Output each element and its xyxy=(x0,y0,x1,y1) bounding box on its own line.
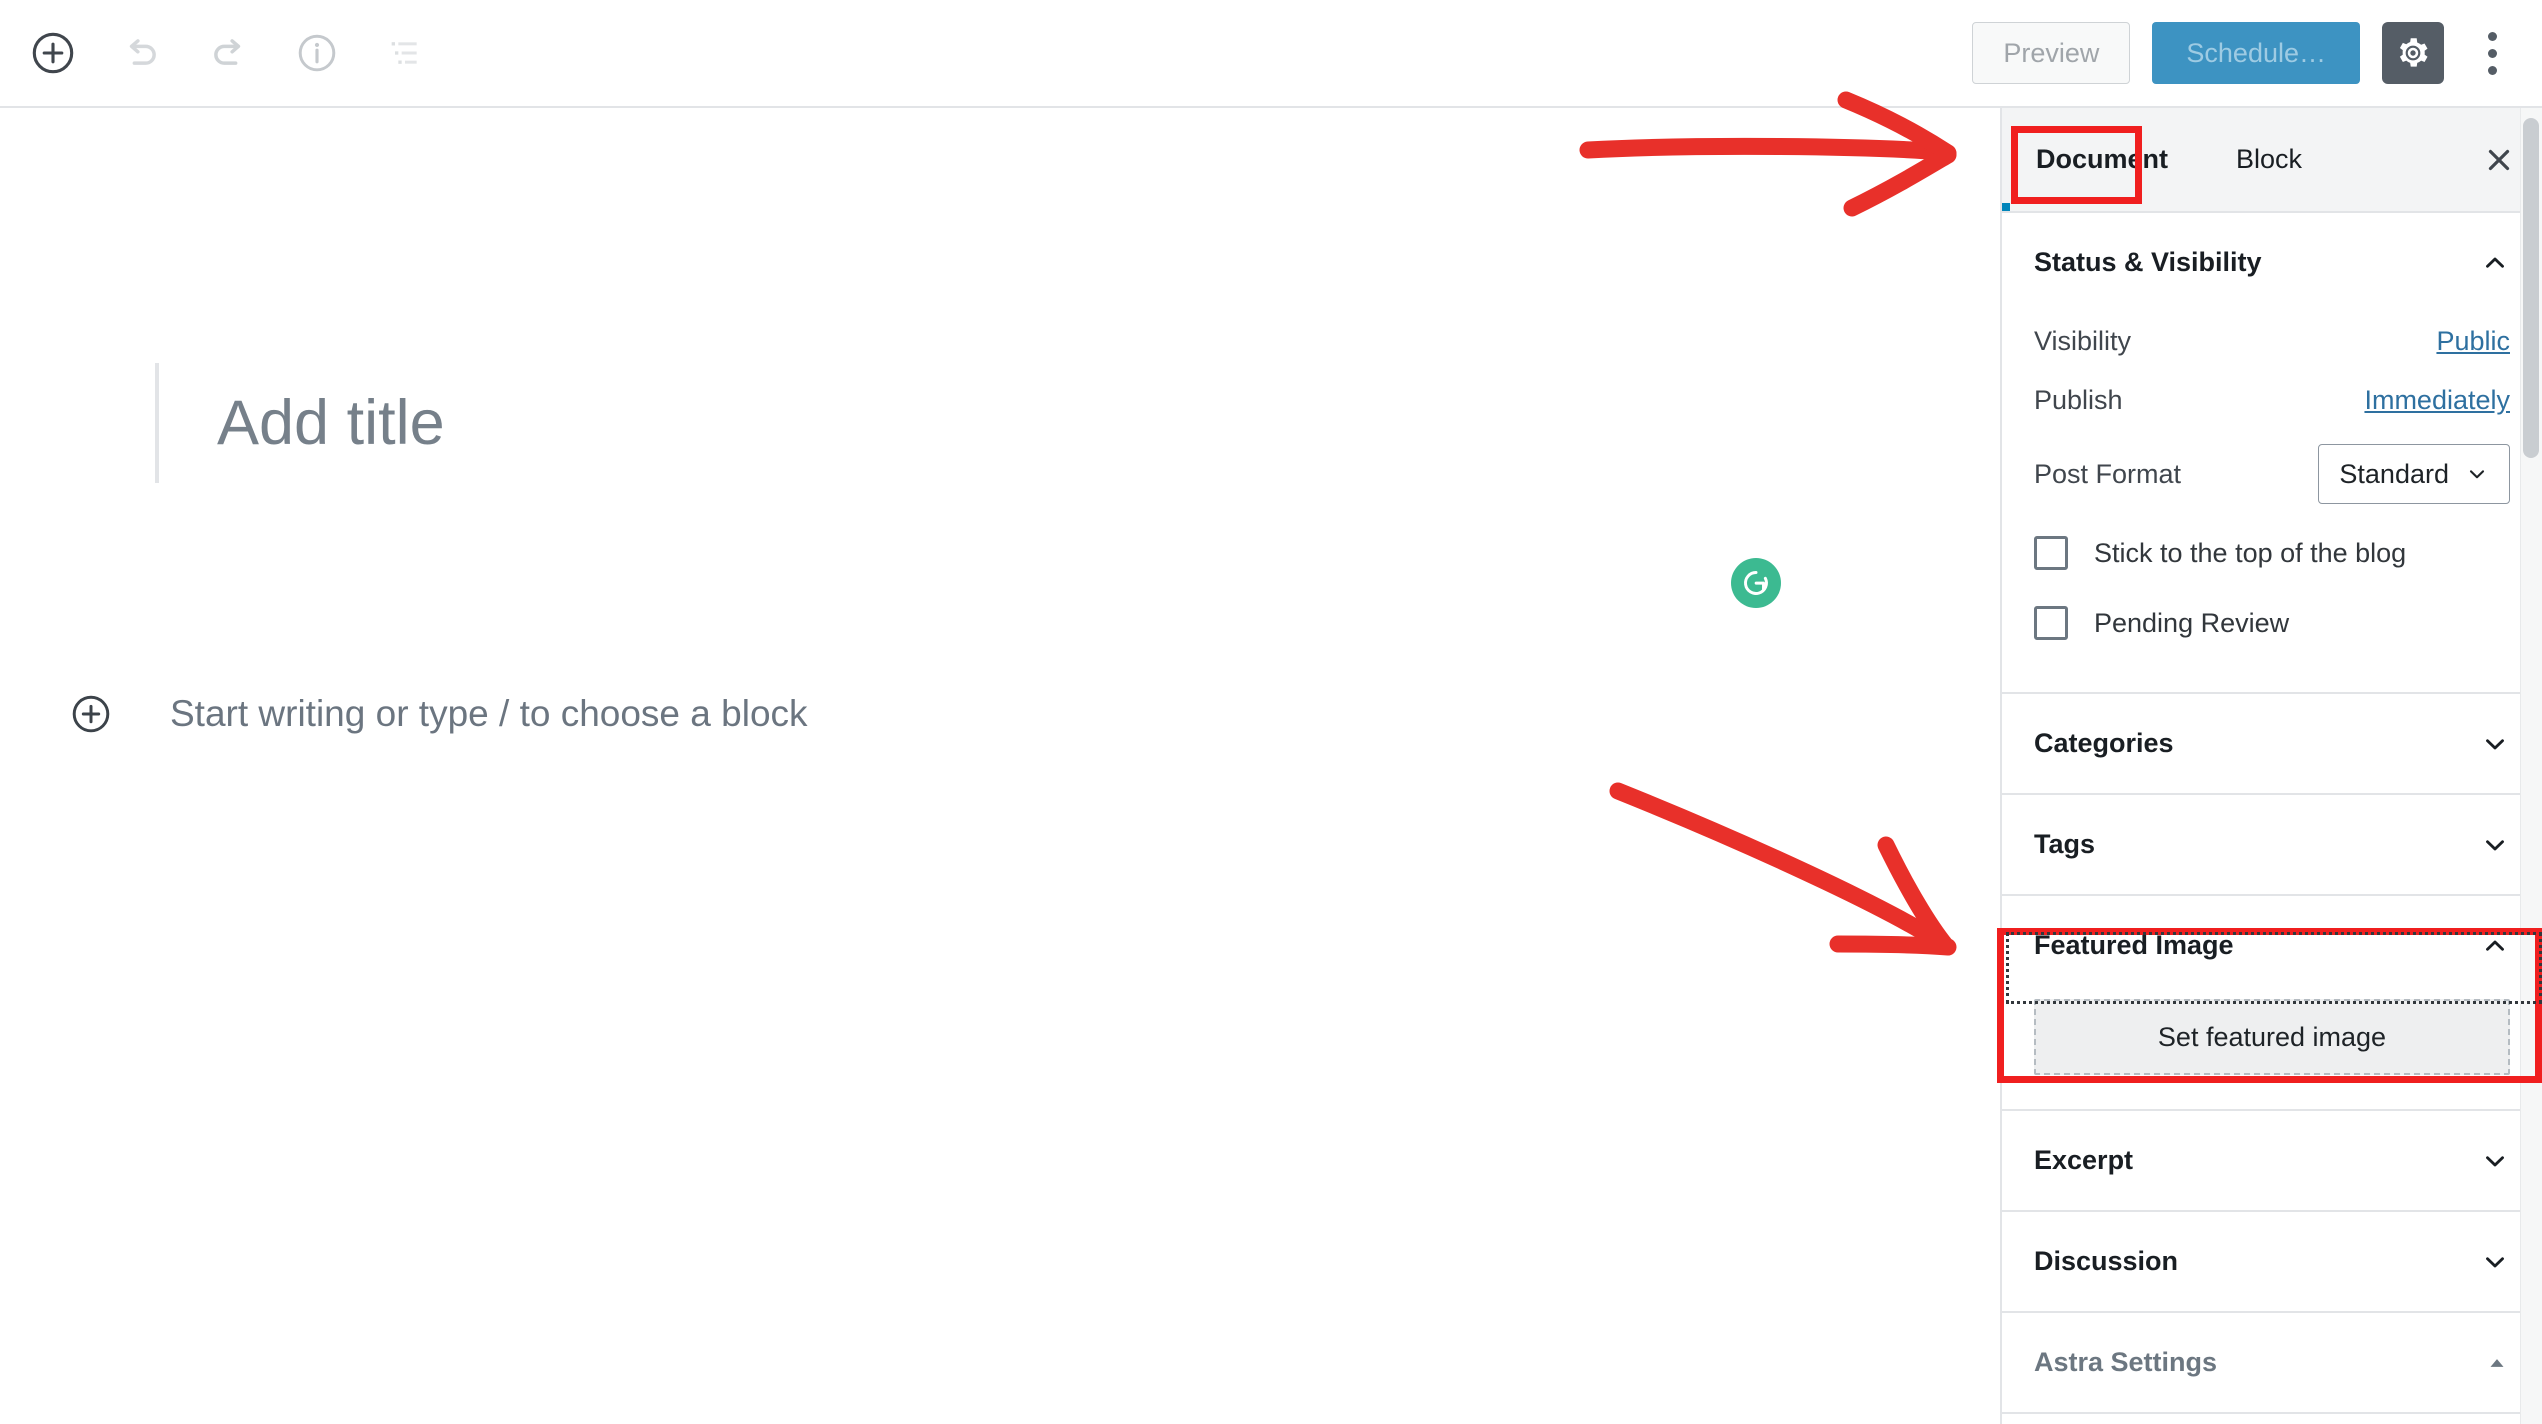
panel-title: Discussion xyxy=(2034,1246,2179,1276)
panel-title: Excerpt xyxy=(2034,1145,2134,1175)
checkbox-sticky-row[interactable]: Stick to the top of the blog xyxy=(2034,518,2510,588)
panel-categories: Categories xyxy=(2002,694,2542,795)
editor-top-bar: Preview Schedule… xyxy=(0,0,2542,108)
close-icon xyxy=(2488,149,2510,170)
row-publish: Publish Immediately xyxy=(2034,371,2510,430)
plus-circle-icon xyxy=(32,32,74,74)
checkbox-pending-review[interactable] xyxy=(2034,606,2068,640)
redo-icon xyxy=(214,39,241,65)
panel-status-visibility-body: Visibility Public Publish Immediately Po… xyxy=(2002,312,2542,692)
checkbox-sticky[interactable] xyxy=(2034,536,2068,570)
panel-excerpt-header[interactable]: Excerpt xyxy=(2002,1111,2542,1210)
top-bar-right-actions: Preview Schedule… xyxy=(1972,22,2542,84)
redo-button[interactable] xyxy=(198,22,260,84)
undo-button[interactable] xyxy=(110,22,172,84)
kebab-dot-icon xyxy=(2487,48,2497,58)
content-structure-button[interactable] xyxy=(286,22,348,84)
panel-discussion: Discussion xyxy=(2002,1212,2542,1313)
more-options-button[interactable] xyxy=(2466,22,2518,84)
post-title-area[interactable]: Add title xyxy=(155,363,445,483)
tab-document[interactable]: Document xyxy=(2002,108,2203,211)
block-navigation-button[interactable] xyxy=(374,22,436,84)
chevron-down-icon xyxy=(2486,1155,2504,1166)
visibility-value-button[interactable]: Public xyxy=(2436,326,2510,357)
block-inserter-button[interactable] xyxy=(70,693,112,735)
sidebar-scrollbar-thumb[interactable] xyxy=(2523,118,2539,458)
schedule-button[interactable]: Schedule… xyxy=(2152,22,2360,84)
title-left-indicator xyxy=(155,363,159,483)
gear-icon xyxy=(2399,38,2428,67)
panel-title: Astra Settings xyxy=(2034,1347,2218,1377)
first-paragraph-row: Start writing or type / to choose a bloc… xyxy=(70,693,808,735)
panel-astra-settings-header[interactable]: Astra Settings xyxy=(2002,1313,2542,1412)
row-visibility: Visibility Public xyxy=(2034,312,2510,371)
chevron-down-icon xyxy=(2486,1256,2504,1267)
panel-title: Status & Visibility xyxy=(2034,247,2262,277)
panel-tags: Tags xyxy=(2002,795,2542,896)
panel-tags-header[interactable]: Tags xyxy=(2002,795,2542,894)
post-format-select[interactable]: Standard xyxy=(2318,444,2510,504)
chevron-up-icon xyxy=(2486,940,2504,951)
grammarly-g-icon xyxy=(1744,571,1768,595)
editor-canvas: Add title Start writing or type / to cho… xyxy=(0,108,2000,1424)
post-format-value: Standard xyxy=(2339,458,2449,489)
panel-title: Categories xyxy=(2034,728,2174,758)
checkbox-pending-row[interactable]: Pending Review xyxy=(2034,588,2510,658)
settings-sidebar: Document Block Status & Visibility Visib… xyxy=(2000,108,2542,1424)
checkbox-pending-label: Pending Review xyxy=(2094,607,2290,638)
plus-circle-icon xyxy=(72,695,110,733)
chevron-down-icon xyxy=(2486,738,2504,749)
info-icon xyxy=(298,34,336,72)
chevron-up-icon xyxy=(2486,257,2504,268)
panel-discussion-header[interactable]: Discussion xyxy=(2002,1212,2542,1311)
publish-value-button[interactable]: Immediately xyxy=(2364,385,2510,416)
chevron-down-icon xyxy=(2486,839,2504,850)
tab-block[interactable]: Block xyxy=(2202,108,2336,211)
publish-label: Publish xyxy=(2034,385,2123,415)
panel-featured-image-body: Set featured image xyxy=(2002,995,2542,1109)
paragraph-placeholder[interactable]: Start writing or type / to choose a bloc… xyxy=(170,693,808,735)
panel-featured-image: Featured Image Set featured image xyxy=(2002,896,2542,1111)
row-post-format: Post Format Standard xyxy=(2034,430,2510,518)
visibility-label: Visibility xyxy=(2034,326,2132,356)
undo-icon xyxy=(129,39,156,65)
post-title-input[interactable]: Add title xyxy=(217,363,445,483)
post-format-label: Post Format xyxy=(2034,458,2182,489)
triangle-up-icon xyxy=(2490,1358,2504,1367)
panel-excerpt: Excerpt xyxy=(2002,1111,2542,1212)
panel-featured-image-header[interactable]: Featured Image xyxy=(2002,896,2542,995)
panel-categories-header[interactable]: Categories xyxy=(2002,694,2542,793)
set-featured-image-button[interactable]: Set featured image xyxy=(2034,999,2510,1075)
settings-button[interactable] xyxy=(2382,22,2444,84)
grammarly-icon[interactable] xyxy=(1731,558,1781,608)
kebab-dot-icon xyxy=(2487,31,2497,41)
checkbox-sticky-label: Stick to the top of the blog xyxy=(2094,537,2407,568)
chevron-down-icon xyxy=(2469,470,2485,479)
sidebar-tab-bar: Document Block xyxy=(2002,108,2542,213)
add-block-button[interactable] xyxy=(22,22,84,84)
panel-astra-settings: Astra Settings xyxy=(2002,1313,2542,1414)
list-view-icon xyxy=(391,42,417,64)
kebab-dot-icon xyxy=(2487,65,2497,75)
panel-status-visibility-header[interactable]: Status & Visibility xyxy=(2002,213,2542,312)
panel-status-visibility: Status & Visibility Visibility Public Pu… xyxy=(2002,213,2542,694)
panel-title: Tags xyxy=(2034,829,2096,859)
preview-button[interactable]: Preview xyxy=(1972,22,2131,84)
gutenberg-editor: Preview Schedule… Add title Start writin… xyxy=(0,0,2542,1424)
panel-title: Featured Image xyxy=(2034,930,2234,960)
top-bar-left-tools xyxy=(0,22,436,84)
